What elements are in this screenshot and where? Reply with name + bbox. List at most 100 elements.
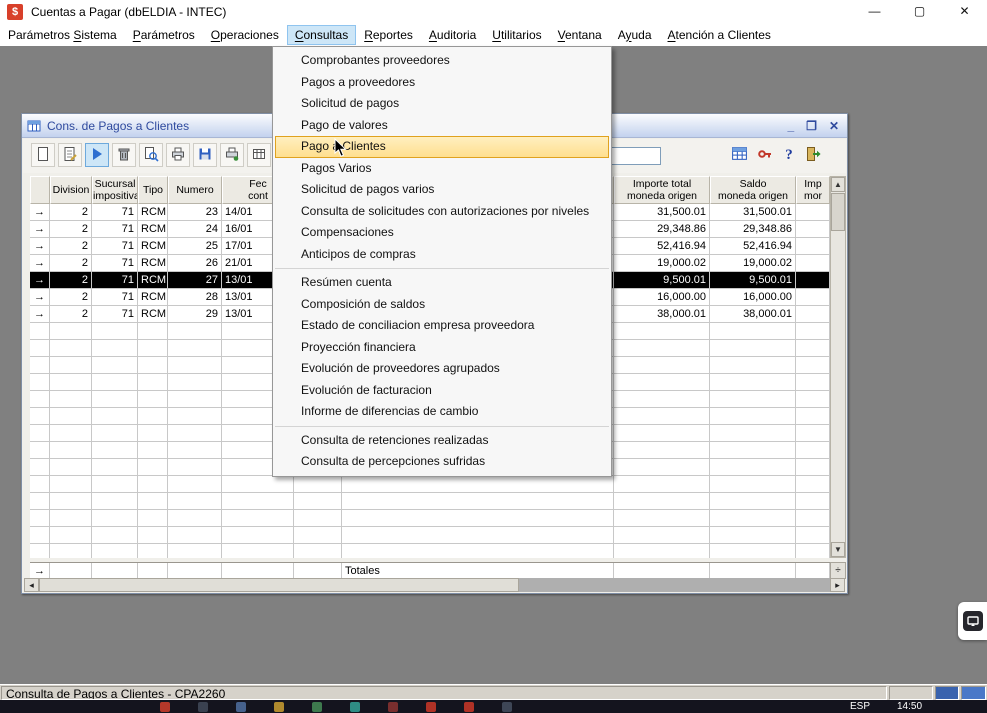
exit-icon [805, 146, 821, 165]
grid-column-header-2[interactable]: Sucursalimpositiva [92, 176, 138, 204]
grid-cell: RCM [138, 221, 168, 238]
taskbar-app-icon[interactable] [312, 702, 322, 712]
column-header-line1: Sucursal [93, 178, 137, 190]
grid-cell [168, 391, 222, 408]
menu-item-17[interactable]: Informe de diferencias de cambio [273, 401, 611, 423]
menu-item-8[interactable]: Compensaciones [273, 222, 611, 244]
taskbar-app-icon[interactable] [160, 702, 170, 712]
window-title: Cuentas a Pagar (dbELDIA - INTEC) [31, 5, 226, 19]
taskbar-clock[interactable]: 14:50 [897, 701, 922, 712]
menu-item-12[interactable]: Composición de saldos [273, 294, 611, 316]
minimize-button[interactable]: — [852, 0, 897, 23]
exit-button[interactable] [801, 143, 825, 167]
help-button[interactable]: ? [777, 143, 801, 167]
menu-item-6[interactable]: Solicitud de pagos varios [273, 179, 611, 201]
taskbar-app-icon[interactable] [236, 702, 246, 712]
vertical-scrollbar[interactable]: ▲ ▼ [830, 176, 846, 558]
taskbar-app-icon[interactable] [274, 702, 284, 712]
export-button[interactable] [247, 143, 271, 167]
child-minimize-button[interactable]: _ [787, 119, 794, 133]
new-button[interactable] [31, 143, 55, 167]
menu-item-1[interactable]: Pagos a proveedores [273, 72, 611, 94]
menubar-item-2[interactable]: Operaciones [203, 25, 287, 45]
menubar-item-9[interactable]: Atención a Clientes [660, 25, 779, 45]
grid-cell [710, 476, 796, 493]
grid-column-header-9[interactable]: Saldomoneda origen [710, 176, 796, 204]
child-restore-button[interactable]: ❐ [806, 119, 817, 133]
row-selector-cell [30, 374, 50, 391]
grid-cell [138, 510, 168, 527]
maximize-button[interactable]: ▢ [897, 0, 942, 23]
row-selector-icon: → [30, 272, 50, 289]
menu-item-0[interactable]: Comprobantes proveedores [273, 50, 611, 72]
menu-item-4[interactable]: Pago a Clientes [275, 136, 609, 158]
grid-cell [710, 493, 796, 510]
print-setup-button[interactable] [220, 143, 244, 167]
taskbar-app-icon[interactable] [198, 702, 208, 712]
grid-cell [50, 493, 92, 510]
menu-item-9[interactable]: Anticipos de compras [273, 244, 611, 266]
menu-item-19[interactable]: Consulta de retenciones realizadas [273, 430, 611, 452]
taskbar-app-icon[interactable] [350, 702, 360, 712]
grid-column-header-4[interactable]: Numero [168, 176, 222, 204]
menubar-item-3[interactable]: Consultas [287, 25, 356, 45]
close-button[interactable]: ✕ [942, 0, 987, 23]
menu-item-2[interactable]: Solicitud de pagos [273, 93, 611, 115]
grid-split-button[interactable]: ÷ [830, 562, 846, 579]
child-close-button[interactable]: ✕ [829, 119, 839, 133]
menubar-item-5[interactable]: Auditoria [421, 25, 484, 45]
taskbar-app-icon[interactable] [464, 702, 474, 712]
grid-column-header-1[interactable]: Division [50, 176, 92, 204]
grid-cell: 19,000.02 [710, 255, 796, 272]
edit-button[interactable] [58, 143, 82, 167]
taskbar-language[interactable]: ESP [850, 701, 870, 712]
grid-cell [614, 357, 710, 374]
menu-item-3[interactable]: Pago de valores [273, 115, 611, 137]
grid-column-header-10[interactable]: Impmor [796, 176, 830, 204]
grid-cell [138, 340, 168, 357]
print-button[interactable] [166, 143, 190, 167]
horizontal-scrollbar[interactable]: ◂ ▸ [24, 578, 845, 592]
scroll-down-icon[interactable]: ▼ [831, 542, 845, 557]
save-button[interactable] [193, 143, 217, 167]
menubar-item-8[interactable]: Ayuda [610, 25, 660, 45]
grid-cell [614, 544, 710, 558]
preview-button[interactable] [139, 143, 163, 167]
row-selector-icon: → [30, 204, 50, 221]
menubar: Parámetros SistemaParámetrosOperacionesC… [0, 23, 987, 46]
vertical-scroll-thumb[interactable] [831, 193, 845, 231]
menu-item-7[interactable]: Consulta de solicitudes con autorizacion… [273, 201, 611, 223]
grid-cell [50, 340, 92, 357]
scroll-up-icon[interactable]: ▲ [831, 177, 845, 192]
horizontal-scroll-thumb[interactable] [39, 578, 519, 592]
column-header-line1: Saldo [711, 178, 795, 190]
row-selector-icon: → [30, 306, 50, 323]
delete-button[interactable] [112, 143, 136, 167]
menu-item-11[interactable]: Resúmen cuenta [273, 272, 611, 294]
grid-column-header-8[interactable]: Importe totalmoneda origen [614, 176, 710, 204]
menubar-item-1[interactable]: Parámetros [125, 25, 203, 45]
scroll-left-icon[interactable]: ◂ [24, 578, 39, 592]
menubar-item-7[interactable]: Ventana [550, 25, 610, 45]
menubar-item-0[interactable]: Parámetros Sistema [0, 25, 125, 45]
menu-item-16[interactable]: Evolución de facturacion [273, 380, 611, 402]
access-key-button[interactable] [753, 143, 777, 167]
taskbar-app-icon[interactable] [426, 702, 436, 712]
grid-cell [92, 544, 138, 558]
grid-cell [168, 459, 222, 476]
menu-item-15[interactable]: Evolución de proveedores agrupados [273, 358, 611, 380]
taskbar-app-icon[interactable] [502, 702, 512, 712]
menu-item-13[interactable]: Estado de conciliacion empresa proveedor… [273, 315, 611, 337]
taskbar-app-icon[interactable] [388, 702, 398, 712]
menu-item-20[interactable]: Consulta de percepciones sufridas [273, 451, 611, 473]
overlay-widget[interactable] [958, 602, 987, 640]
scroll-right-icon[interactable]: ▸ [830, 578, 845, 592]
grid-column-header-3[interactable]: Tipo [138, 176, 168, 204]
menu-item-5[interactable]: Pagos Varios [273, 158, 611, 180]
grid-cell [710, 425, 796, 442]
run-button[interactable] [85, 143, 109, 167]
table-view-button[interactable] [727, 143, 751, 167]
menu-item-14[interactable]: Proyección financiera [273, 337, 611, 359]
menubar-item-4[interactable]: Reportes [356, 25, 421, 45]
menubar-item-6[interactable]: Utilitarios [484, 25, 549, 45]
